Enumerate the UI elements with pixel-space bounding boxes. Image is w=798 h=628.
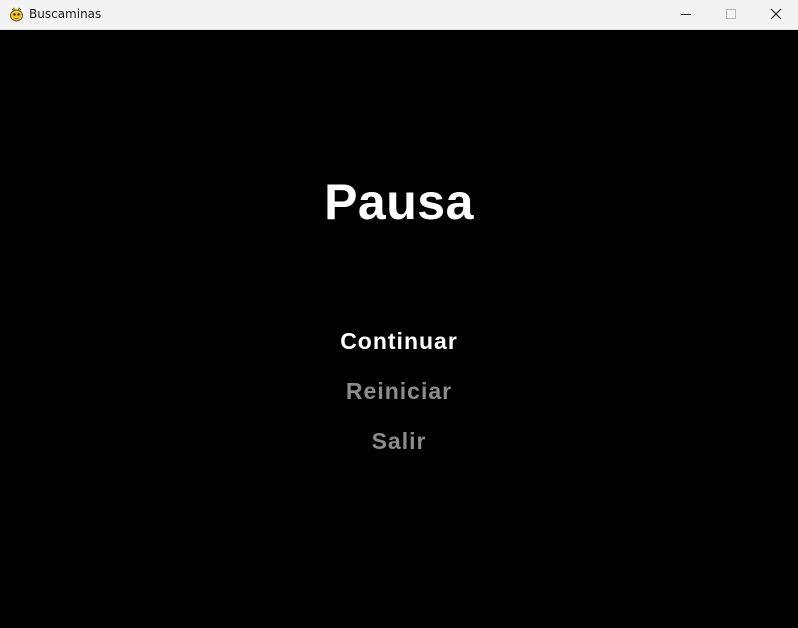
pause-title: Pausa [324, 174, 474, 230]
continue-menu-item[interactable]: Continuar [0, 326, 798, 356]
minimize-icon [681, 14, 691, 15]
game-canvas: Pausa Continuar Reiniciar Salir [0, 30, 798, 628]
window-title: Buscaminas [29, 7, 102, 21]
close-button[interactable] [753, 0, 798, 30]
maximize-icon [726, 9, 736, 19]
exit-menu-item[interactable]: Salir [0, 426, 798, 456]
close-icon [770, 8, 782, 20]
pygame-snake-icon [9, 7, 24, 22]
restart-menu-item[interactable]: Reiniciar [0, 376, 798, 406]
maximize-button[interactable] [708, 0, 754, 30]
app-window: Buscaminas Pausa Continuar Reiniciar Sal… [0, 0, 798, 628]
title-bar[interactable]: Buscaminas [0, 0, 798, 30]
minimize-button[interactable] [663, 0, 709, 30]
